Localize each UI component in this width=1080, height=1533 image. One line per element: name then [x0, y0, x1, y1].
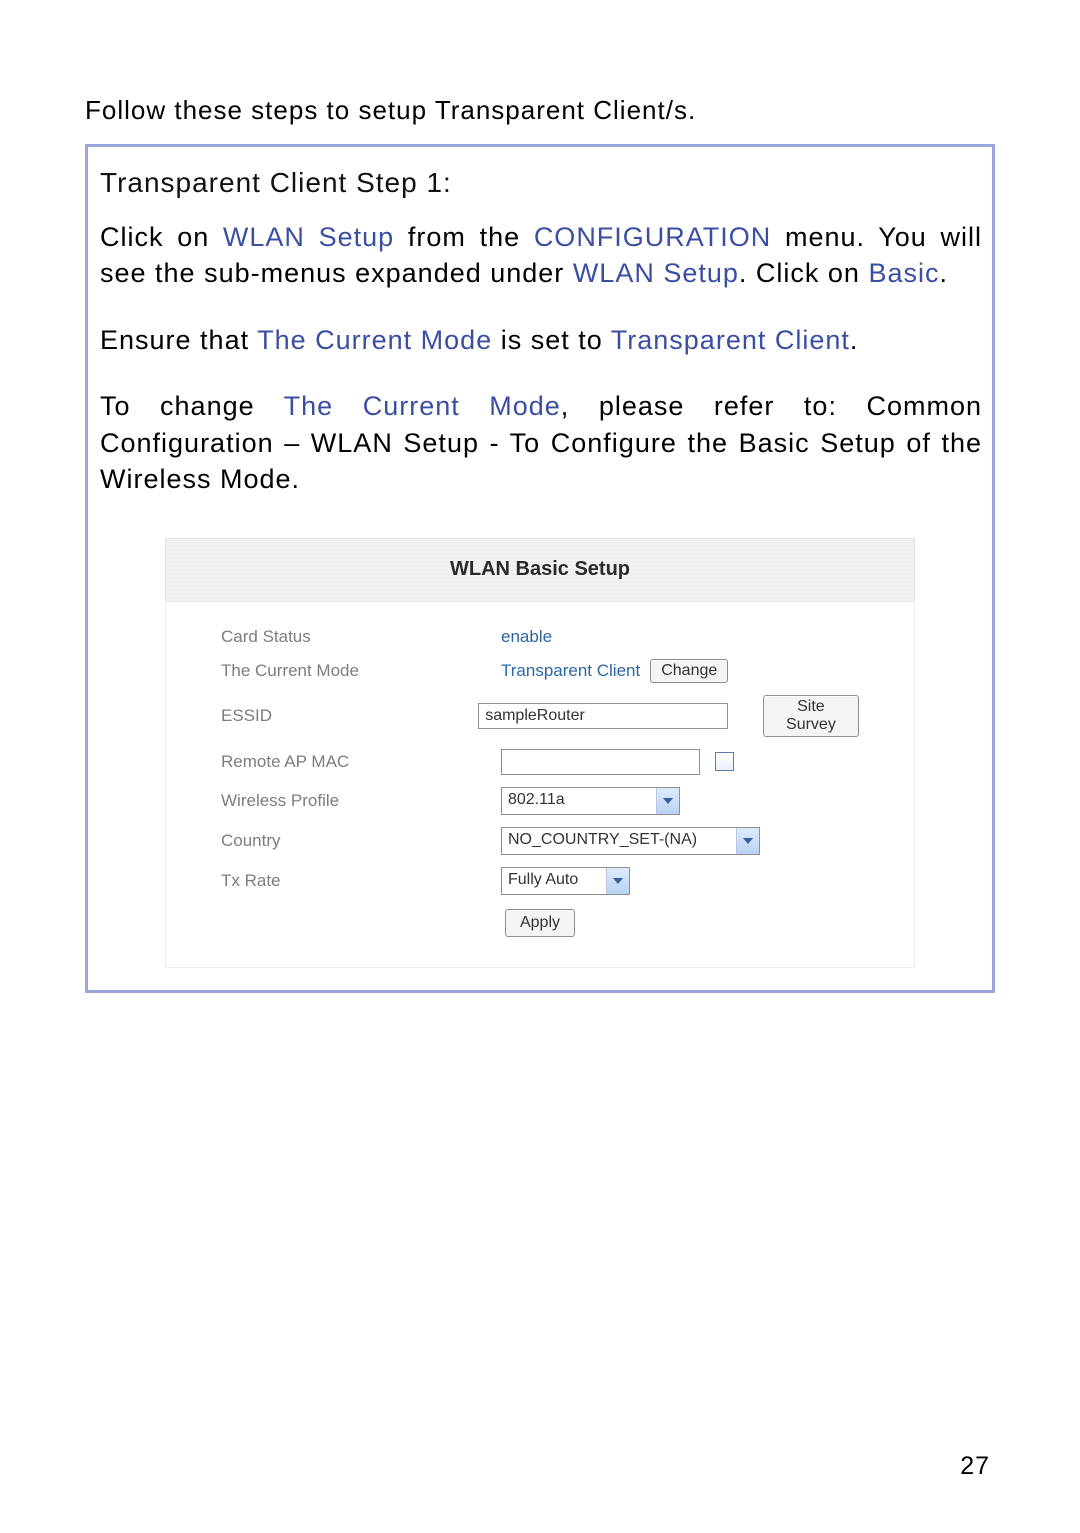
keyword-basic: Basic: [868, 258, 939, 288]
row-country: Country NO_COUNTRY_SET-(NA): [221, 827, 859, 855]
step-paragraph-3: To change The Current Mode, please refer…: [100, 388, 982, 497]
wlan-basic-setup-panel: WLAN Basic Setup Card Status enable The …: [165, 538, 915, 968]
intro-text: Follow these steps to setup Transparent …: [85, 95, 995, 126]
row-card-status: Card Status enable: [221, 627, 859, 647]
text: Click on: [100, 222, 223, 252]
country-value: NO_COUNTRY_SET-(NA): [502, 828, 736, 854]
tx-rate-select[interactable]: Fully Auto: [501, 867, 630, 895]
site-survey-button[interactable]: Site Survey: [763, 695, 859, 737]
value-card-status: enable: [501, 627, 552, 647]
label-remote-ap-mac: Remote AP MAC: [221, 752, 501, 772]
keyword-transparent-client: Transparent Client: [611, 325, 850, 355]
row-current-mode: The Current Mode Transparent Client Chan…: [221, 659, 859, 683]
apply-button[interactable]: Apply: [505, 909, 575, 937]
change-button[interactable]: Change: [650, 659, 728, 683]
essid-input[interactable]: [478, 703, 728, 729]
chevron-down-icon: [606, 868, 629, 894]
panel-body: Card Status enable The Current Mode Tran…: [165, 602, 915, 968]
label-current-mode: The Current Mode: [221, 661, 501, 681]
row-wireless-profile: Wireless Profile 802.11a: [221, 787, 859, 815]
text: .: [850, 325, 859, 355]
wireless-profile-select[interactable]: 802.11a: [501, 787, 680, 815]
step-paragraph-2: Ensure that The Current Mode is set to T…: [100, 322, 982, 358]
document-page: Follow these steps to setup Transparent …: [0, 0, 1080, 1533]
label-wireless-profile: Wireless Profile: [221, 791, 501, 811]
step-paragraph-1: Click on WLAN Setup from the CONFIGURATI…: [100, 219, 982, 292]
text: . Click on: [739, 258, 869, 288]
panel-title: WLAN Basic Setup: [165, 538, 915, 602]
text: from the: [394, 222, 534, 252]
apply-row: Apply: [221, 909, 859, 937]
text: .: [939, 258, 948, 288]
keyword-current-mode: The Current Mode: [257, 325, 492, 355]
text: Ensure that: [100, 325, 257, 355]
value-current-mode: Transparent Client: [501, 661, 640, 681]
row-remote-ap-mac: Remote AP MAC: [221, 749, 859, 775]
wireless-profile-value: 802.11a: [502, 788, 656, 814]
keyword-wlan-setup: WLAN Setup: [573, 258, 739, 288]
step-box: Transparent Client Step 1: Click on WLAN…: [85, 144, 995, 993]
row-tx-rate: Tx Rate Fully Auto: [221, 867, 859, 895]
remote-ap-mac-checkbox[interactable]: [715, 752, 734, 771]
label-country: Country: [221, 831, 501, 851]
text: is set to: [492, 325, 611, 355]
country-select[interactable]: NO_COUNTRY_SET-(NA): [501, 827, 760, 855]
step-title: Transparent Client Step 1:: [100, 167, 982, 199]
text: To change: [100, 391, 284, 421]
keyword-wlan-setup: WLAN Setup: [223, 222, 394, 252]
chevron-down-icon: [736, 828, 759, 854]
keyword-configuration: CONFIGURATION: [534, 222, 772, 252]
chevron-down-icon: [656, 788, 679, 814]
page-number: 27: [960, 1452, 990, 1481]
label-card-status: Card Status: [221, 627, 501, 647]
remote-ap-mac-input[interactable]: [501, 749, 700, 775]
row-essid: ESSID Site Survey: [221, 695, 859, 737]
label-essid: ESSID: [221, 706, 478, 726]
keyword-current-mode: The Current Mode: [284, 391, 561, 421]
tx-rate-value: Fully Auto: [502, 868, 606, 894]
label-tx-rate: Tx Rate: [221, 871, 501, 891]
